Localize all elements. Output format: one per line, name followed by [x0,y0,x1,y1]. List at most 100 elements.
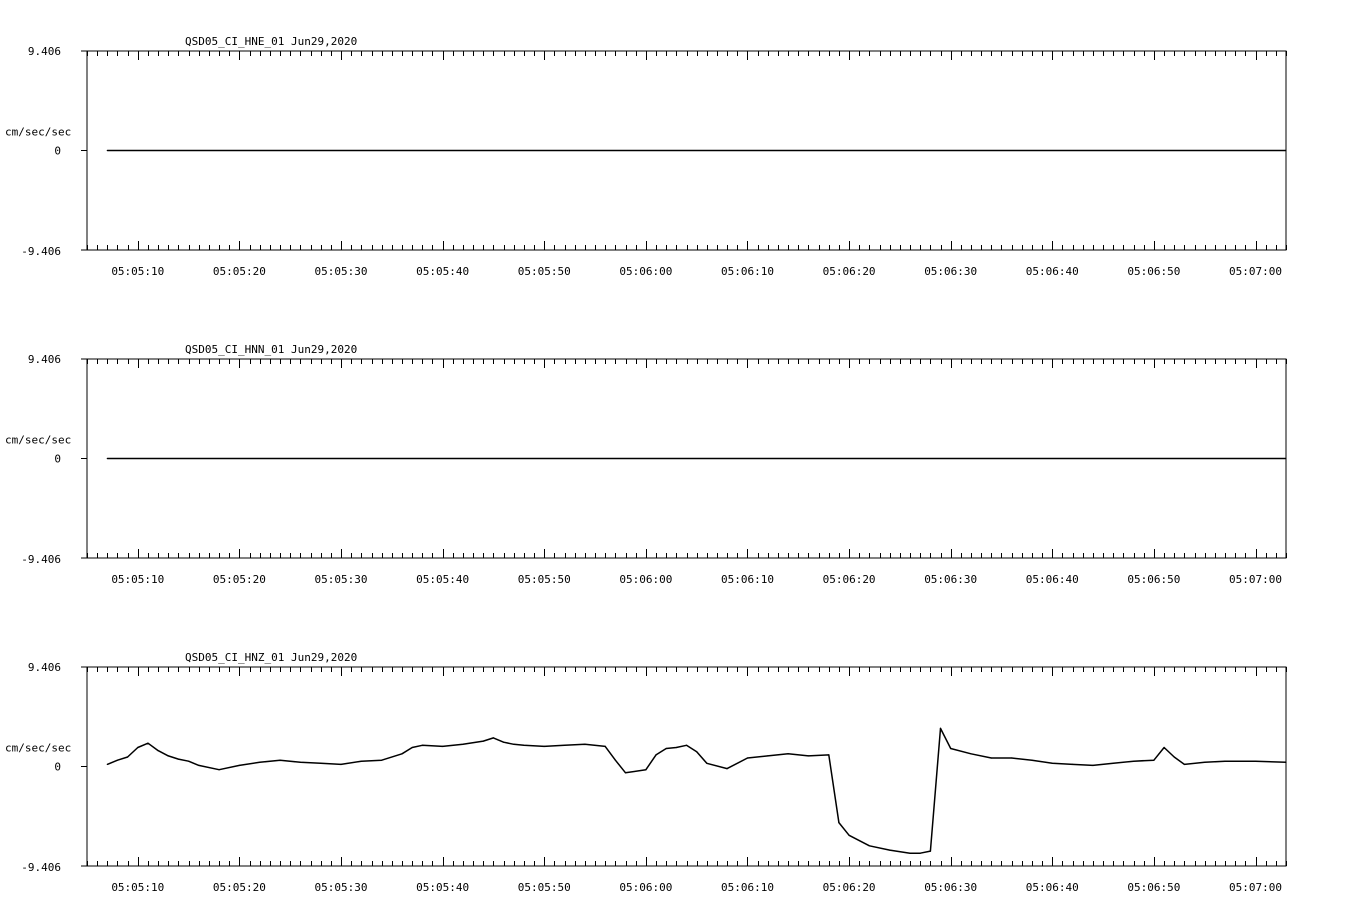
y-tick-label: -9.406 [21,861,61,874]
waveform-point [950,747,952,750]
x-tick-label: 05:05:50 [518,573,571,586]
waveform-point [442,745,444,748]
waveform-point [299,761,301,763]
waveform-point [655,754,657,756]
waveform-point [807,755,810,757]
x-tick-label: 05:05:40 [416,573,469,586]
waveform-point [767,755,769,757]
x-tick-label: 05:05:50 [518,881,571,894]
x-tick-label: 05:07:00 [1229,573,1282,586]
waveform-point [462,743,464,745]
waveform-point [645,769,647,771]
waveform-point [1051,762,1053,764]
waveform-trace [107,727,1287,854]
x-tick-label: 05:05:40 [416,265,469,278]
waveform-point [188,760,190,762]
x-tick-label: 05:05:20 [213,265,266,278]
waveform-point [746,757,749,759]
waveform-point [523,744,525,746]
channel-panel-1: QSD05_CI_HNE_01 Jun29,2020 9.406 0 -9.406 cm… [5,35,1287,278]
x-tick-label: 05:06:10 [721,573,774,586]
waveform-point [706,762,708,764]
waveform-point [279,759,281,761]
y-axis-label: cm/sec/sec [5,742,71,755]
x-tick-label: 05:06:00 [619,265,672,278]
x-tick-label: 05:05:20 [213,881,266,894]
x-tick-label: 05:05:10 [111,573,164,586]
waveform-point [787,753,789,755]
waveform-point [1204,761,1206,763]
x-tick-label: 05:05:30 [315,881,368,894]
y-tick-label: 9.406 [28,45,61,58]
y-tick-label: 0 [54,453,61,466]
x-tick-label: 05:07:00 [1229,265,1282,278]
waveform-point [482,740,484,742]
waveform-point [259,761,261,763]
waveform-point [513,743,515,745]
waveform-point [177,758,179,760]
waveform-point [1285,149,1287,152]
waveform-point [929,850,932,852]
waveform-point [127,756,129,758]
y-tick-label: 9.406 [28,353,61,366]
x-tick-label: 05:06:40 [1026,265,1079,278]
waveform-point [147,742,149,744]
waveform-point [726,768,728,770]
waveform-point [401,753,403,755]
x-tick-label: 05:06:30 [924,265,977,278]
waveform-point [919,852,921,854]
waveform-point [137,746,139,749]
channel-panel-3: QSD05_CI_HNZ_01 Jun29,2020 9.406 0 -9.406 cm… [5,651,1287,894]
channel-title: QSD05_CI_HNN_01 Jun29,2020 [185,343,357,356]
waveform-point [1173,756,1175,758]
waveform-point [564,744,566,746]
waveform-point [421,744,423,746]
waveform-point [970,753,972,755]
x-tick-label: 05:06:30 [924,573,977,586]
waveform-point [106,457,108,460]
x-tick-label: 05:06:20 [823,573,876,586]
waveform-point [106,763,108,766]
waveform-point [828,754,830,756]
waveform-point [157,750,159,752]
waveform-point [1112,762,1114,764]
waveform-point [1163,746,1165,749]
x-tick-label: 05:06:30 [924,881,977,894]
x-tick-label: 05:05:50 [518,265,571,278]
waveform-point [218,769,220,771]
waveform-point [838,822,840,824]
y-tick-label: -9.406 [21,245,61,258]
waveform-point [238,764,240,767]
waveform-point [198,764,200,767]
waveform-point [1183,763,1185,766]
waveform-point [990,757,992,759]
waveform-point [675,746,677,749]
x-tick-label: 05:05:30 [315,265,368,278]
waveform-point [503,741,505,743]
channel-panel-2: QSD05_CI_HNN_01 Jun29,2020 9.406 0 -9.406 cm… [5,343,1287,586]
waveform-point [360,760,362,762]
x-tick-label: 05:06:50 [1127,265,1180,278]
waveform-point [1072,763,1074,766]
y-tick-label: 9.406 [28,661,61,674]
x-tick-label: 05:06:00 [619,881,672,894]
waveform-point [685,744,688,746]
waveform-point [889,849,891,851]
waveform-point [116,759,119,761]
plot-frame [86,666,1287,867]
y-tick-label: 0 [54,761,61,774]
x-tick-label: 05:06:10 [721,881,774,894]
x-tick-label: 05:06:40 [1026,881,1079,894]
waveform-point [848,834,850,836]
x-tick-label: 05:06:50 [1127,573,1180,586]
waveform-point [1224,760,1226,762]
x-tick-label: 05:05:10 [111,265,164,278]
waveform-point [614,759,617,761]
waveform-point [604,745,606,748]
waveform-point [106,149,108,152]
waveform-point [381,759,383,761]
x-tick-label: 05:06:50 [1127,881,1180,894]
waveform-point [1153,759,1155,761]
waveform-point [1285,761,1287,763]
waveform-point [492,737,494,739]
